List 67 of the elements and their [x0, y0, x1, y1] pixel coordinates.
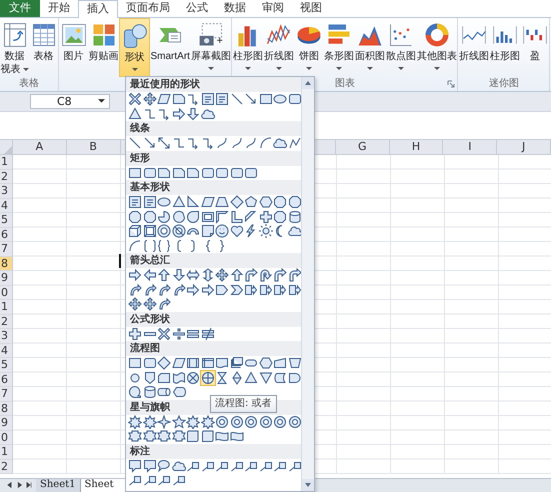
- ribbon-button[interactable]: 形状: [119, 18, 150, 77]
- sheet-tab[interactable]: Sheet1: [36, 479, 81, 492]
- row-header[interactable]: 7: [0, 387, 13, 402]
- row-header[interactable]: 6: [0, 372, 13, 387]
- ribbon-tab[interactable]: 审阅: [254, 0, 292, 17]
- row-header[interactable]: 2: [0, 170, 13, 184]
- ribbon-button[interactable]: 条形图: [323, 18, 354, 77]
- ribbon-button[interactable]: 屏幕截图: [190, 18, 232, 77]
- row-header[interactable]: 3: [0, 184, 13, 198]
- row-header[interactable]: 5: [0, 358, 13, 372]
- row-header[interactable]: 4: [0, 344, 13, 358]
- group-label: 迷你图: [488, 77, 519, 90]
- row-header[interactable]: 9: [0, 416, 13, 430]
- section-header: 矩形: [126, 150, 301, 166]
- row-header[interactable]: 9: [0, 271, 13, 286]
- ribbon-button[interactable]: SmartArt: [150, 18, 190, 77]
- section-header: 公式形状: [126, 312, 301, 326]
- row-header[interactable]: 4: [0, 198, 13, 213]
- column-header[interactable]: A: [12, 140, 67, 155]
- row-header[interactable]: 1: [0, 300, 13, 314]
- section-header: 流程图: [126, 341, 301, 356]
- ribbon-button[interactable]: 面积图: [354, 18, 386, 77]
- row-header[interactable]: 3: [0, 329, 13, 344]
- row-header[interactable]: 1: [0, 155, 13, 170]
- ribbon-tab[interactable]: 插入: [78, 0, 118, 18]
- ribbon-tab[interactable]: 开始: [40, 0, 78, 17]
- ribbon-tab[interactable]: 视图: [292, 0, 330, 17]
- ribbon-tab[interactable]: 公式: [178, 0, 216, 17]
- name-box[interactable]: C8: [30, 94, 110, 109]
- ribbon-button[interactable]: 剪贴画: [88, 18, 119, 77]
- row-header[interactable]: 2: [0, 314, 13, 329]
- column-header[interactable]: H: [390, 140, 444, 155]
- row-header[interactable]: 8: [0, 256, 13, 271]
- column-header[interactable]: I: [443, 140, 498, 155]
- column-header[interactable]: J: [497, 140, 551, 155]
- ribbon-button[interactable]: 图片: [59, 18, 88, 77]
- row-header[interactable]: 0: [0, 286, 13, 300]
- ribbon-tab[interactable]: 文件: [0, 0, 40, 17]
- row-header[interactable]: 7: [0, 242, 13, 256]
- section-header: 线条: [126, 121, 301, 136]
- ribbon-tab[interactable]: 数据: [216, 0, 254, 17]
- row-header[interactable]: 5: [0, 213, 13, 228]
- group-label: 表格: [19, 77, 39, 90]
- row-header[interactable]: 0: [0, 430, 13, 445]
- ribbon-button[interactable]: 其他图表: [416, 18, 458, 77]
- section-header: 箭头总汇: [126, 253, 301, 268]
- row-header[interactable]: 6: [0, 228, 13, 242]
- ribbon-button[interactable]: 饼图: [294, 18, 324, 77]
- row-header[interactable]: 8: [0, 402, 13, 416]
- group-label: 图表: [334, 77, 355, 90]
- section-header: 最近使用的形状: [126, 77, 301, 92]
- column-header[interactable]: G: [336, 140, 390, 155]
- column-header[interactable]: B: [66, 140, 121, 155]
- ribbon-button[interactable]: 数据 视表: [0, 18, 29, 77]
- ribbon-button[interactable]: 折线图: [263, 18, 294, 77]
- ribbon-button[interactable]: 盈: [520, 18, 550, 77]
- row-header[interactable]: 2: [0, 460, 13, 474]
- ribbon-button[interactable]: 折线图: [458, 18, 490, 77]
- ribbon-button[interactable]: 表格: [29, 18, 58, 77]
- ribbon-button[interactable]: 柱形图: [232, 18, 264, 77]
- section-header: 标注: [126, 444, 301, 458]
- tooltip: 流程图: 或者: [210, 395, 277, 413]
- section-header: 基本形状: [126, 180, 301, 195]
- ribbon-button[interactable]: 散点图: [385, 18, 416, 77]
- ribbon-button[interactable]: 柱形图: [489, 18, 520, 77]
- row-header[interactable]: 1: [0, 445, 13, 460]
- ribbon-tab[interactable]: 页面布局: [118, 0, 178, 17]
